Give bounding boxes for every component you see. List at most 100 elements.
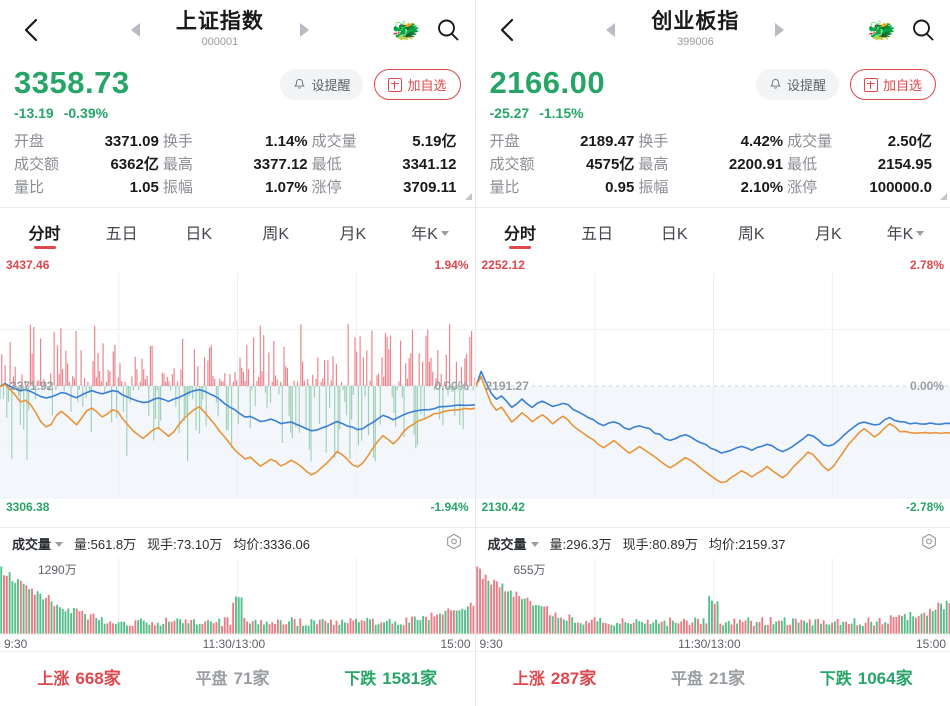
stat-key: 开盘 xyxy=(14,133,45,150)
dragon-face-emoji-icon[interactable]: 🐲 xyxy=(867,18,896,42)
stat-cell: 最低 3341.12 xyxy=(312,153,461,174)
stat-key: 涨停 xyxy=(311,179,342,196)
price-block: 3358.73 -13.19 -0.39% xyxy=(14,64,130,123)
dragon-face-emoji-icon[interactable]: 🐲 xyxy=(392,18,421,42)
symbol-title-block: 上证指数 000001 xyxy=(160,10,280,50)
stat-value: 1.07% xyxy=(265,179,308,196)
add-to-watchlist-button[interactable]: 加自选 xyxy=(374,69,461,100)
tab-daily-k[interactable]: 日K xyxy=(160,208,237,255)
stat-value: 3371.09 xyxy=(104,133,159,150)
breadth-label: 上涨 xyxy=(37,670,70,688)
breadth-value: 668家 xyxy=(75,668,121,688)
price-block: 2166.00 -25.27 -1.15% xyxy=(490,64,606,123)
tab-label: 周K xyxy=(737,225,765,243)
axis-tick-close: 15:00 xyxy=(915,637,946,651)
stat-key: 最低 xyxy=(787,156,818,173)
tab-weekly-k[interactable]: 周K xyxy=(713,208,790,255)
stat-value: 2189.47 xyxy=(580,133,635,150)
price-change-abs: -13.19 xyxy=(14,105,54,121)
next-symbol-arrow-icon[interactable] xyxy=(775,23,785,37)
axis-tick-open: 9:30 xyxy=(479,637,503,651)
chevron-down-icon xyxy=(55,542,64,547)
expand-stats-handle[interactable] xyxy=(940,193,947,200)
symbol-code: 399006 xyxy=(677,36,714,48)
back-button[interactable] xyxy=(14,13,48,47)
stat-key: 成交量 xyxy=(311,133,357,150)
stat-value: 5.19亿 xyxy=(412,133,457,150)
breadth-advancing: 上涨 287家 xyxy=(513,664,596,689)
volume-chart[interactable]: 1290万 xyxy=(0,558,475,636)
volume-chart[interactable]: 655万 xyxy=(475,558,950,636)
price-change-abs: -25.27 xyxy=(489,105,530,121)
intraday-chart[interactable]: 2252.12 2.78% 2191.27 0.00% 2130.42 -2.7… xyxy=(475,255,950,517)
period-tabs: 分时 五日 日K 周K 月K 年K xyxy=(0,208,475,255)
stat-value: 0.95 xyxy=(605,179,635,196)
breadth-label: 平盘 xyxy=(671,670,704,688)
bell-icon xyxy=(769,78,782,91)
last-price: 3358.73 xyxy=(14,65,130,100)
tab-wuri[interactable]: 五日 xyxy=(559,208,636,255)
tab-label: 五日 xyxy=(581,225,614,243)
tab-fenshi[interactable]: 分时 xyxy=(482,208,559,255)
breadth-value: 21家 xyxy=(709,668,745,688)
tab-daily-k[interactable]: 日K xyxy=(636,208,713,255)
volume-indicator-selector[interactable]: 成交量 xyxy=(12,534,64,553)
quote-actions: 设提醒 加自选 xyxy=(280,69,461,100)
tab-label: 五日 xyxy=(105,225,138,243)
time-axis: 9:30 11:30/13:00 15:00 xyxy=(0,636,475,651)
add-to-watchlist-button[interactable]: 加自选 xyxy=(849,69,936,100)
set-alert-button[interactable]: 设提醒 xyxy=(755,69,839,100)
tab-label: 日K xyxy=(660,225,688,243)
next-symbol-arrow-icon[interactable] xyxy=(299,23,309,37)
tab-fenshi[interactable]: 分时 xyxy=(6,208,83,255)
tab-yearly-k[interactable]: 年K xyxy=(391,208,468,255)
stat-key: 量比 xyxy=(14,179,45,196)
breadth-advancing: 上涨 668家 xyxy=(37,664,120,689)
volume-indicator-selector[interactable]: 成交量 xyxy=(488,534,539,553)
market-breadth-footer: 上涨 287家 平盘 21家 下跌 1064家 xyxy=(475,651,950,700)
expand-stats-handle[interactable] xyxy=(464,193,472,200)
stat-cell: 成交量 2.50亿 xyxy=(787,130,936,151)
settings-hex-icon[interactable] xyxy=(445,533,463,554)
breadth-declining: 下跌 1064家 xyxy=(820,664,913,689)
stat-value: 100000.0 xyxy=(869,179,932,196)
tab-yearly-k[interactable]: 年K xyxy=(867,208,944,255)
stat-key: 成交额 xyxy=(489,156,535,173)
stat-cell: 最高 3377.12 xyxy=(163,153,312,174)
settings-hex-icon[interactable] xyxy=(920,533,938,554)
stat-value: 1.14% xyxy=(265,133,308,150)
tab-wuri[interactable]: 五日 xyxy=(83,208,160,255)
breadth-value: 71家 xyxy=(233,668,270,688)
stat-cell: 开盘 3371.09 xyxy=(14,130,163,151)
stat-value: 3709.11 xyxy=(403,179,457,196)
tab-monthly-k[interactable]: 月K xyxy=(314,208,391,255)
tab-weekly-k[interactable]: 周K xyxy=(237,208,314,255)
stat-cell: 振幅 2.10% xyxy=(638,176,787,197)
set-alert-button[interactable]: 设提醒 xyxy=(280,69,364,100)
stats-grid: 开盘 2189.47 换手 4.42% 成交量 2.50亿 成交额 4575亿 最高 22… xyxy=(490,130,937,197)
stat-key: 量比 xyxy=(489,179,520,196)
prev-symbol-arrow-icon[interactable] xyxy=(606,23,616,37)
quote-actions: 设提醒 加自选 xyxy=(755,69,936,100)
volume-current: 现手:80.89万 xyxy=(622,536,698,552)
intraday-chart[interactable]: 3437.46 1.94% 3371.92 0.00% 3306.38 -1.9… xyxy=(0,255,475,517)
stat-key: 换手 xyxy=(162,133,193,150)
search-icon[interactable] xyxy=(910,17,936,43)
tab-label: 年K xyxy=(411,225,438,243)
stat-key: 涨停 xyxy=(787,179,818,196)
stat-key: 换手 xyxy=(638,133,669,150)
prev-symbol-arrow-icon[interactable] xyxy=(130,23,140,37)
tab-label: 月K xyxy=(339,225,367,243)
search-icon[interactable] xyxy=(435,17,461,43)
tab-label: 分时 xyxy=(504,225,537,243)
stat-value: 3377.12 xyxy=(253,156,308,173)
price-change-pct: -0.39% xyxy=(63,105,109,121)
price-row: 2166.00 -25.27 -1.15% 设提醒 加自选 xyxy=(490,64,936,123)
symbol-switcher: 创业板指 399006 xyxy=(524,10,868,50)
axis-tick-open: 9:30 xyxy=(4,637,28,651)
stat-value: 4.42% xyxy=(740,133,784,150)
back-button[interactable] xyxy=(490,13,524,47)
stat-cell: 最高 2200.91 xyxy=(638,153,787,174)
time-axis: 9:30 11:30/13:00 15:00 xyxy=(476,636,950,651)
tab-monthly-k[interactable]: 月K xyxy=(790,208,867,255)
